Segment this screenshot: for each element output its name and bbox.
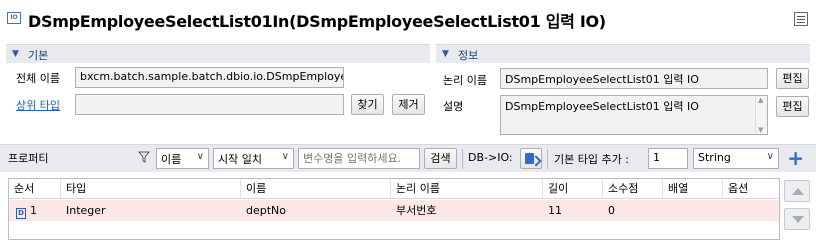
fullname-label: 전체 이름	[16, 72, 60, 85]
logical-name-label: 논리 이름	[443, 74, 487, 87]
filter-icon	[138, 151, 150, 163]
properties-toolbar: 프로퍼티 이름 ∨ 시작 일치 ∨ 검색 DB->IO: 기본 타입 추가 : …	[0, 144, 816, 172]
column-header[interactable]: 배열	[663, 179, 723, 199]
properties-table: 순서 타입 이름 논리 이름 길이 소수점 배열 옵션 D1 Integer d…	[8, 178, 780, 240]
default-type-value: String	[698, 151, 731, 164]
name-cell[interactable]: deptNo	[241, 200, 391, 221]
type-cell[interactable]: Integer	[61, 200, 241, 221]
description-label: 설명	[443, 100, 464, 113]
editor-title: DSmpEmployeeSelectList01In(DSmpEmployeeS…	[28, 12, 606, 31]
basic-section-header[interactable]: ▼ 기본	[6, 44, 430, 63]
logical-name-cell[interactable]: 부서번호	[391, 200, 543, 221]
order-value: 1	[30, 204, 37, 217]
data-field-icon: D	[16, 208, 26, 219]
find-button[interactable]: 찾기	[351, 94, 384, 115]
search-button[interactable]: 검색	[424, 148, 457, 169]
column-header[interactable]: 순서	[9, 179, 61, 199]
arrow-down-icon	[792, 216, 804, 223]
outline-menu-icon[interactable]	[794, 12, 808, 26]
fullname-field[interactable]: bxcm.batch.sample.batch.dbio.io.DSmpEmpl…	[75, 67, 344, 88]
remove-button[interactable]: 제거	[392, 94, 425, 115]
toolbar-divider	[547, 149, 548, 169]
arrow-up-icon	[792, 188, 804, 195]
io-type-icon: IO	[7, 12, 21, 24]
parent-type-field[interactable]	[75, 94, 344, 115]
column-header[interactable]: 이름	[241, 179, 391, 199]
chevron-down-icon: ∨	[196, 151, 204, 162]
toolbar-divider	[462, 149, 463, 169]
db-to-io-icon[interactable]	[520, 148, 542, 169]
column-header[interactable]: 논리 이름	[391, 179, 543, 199]
info-section-label: 정보	[458, 49, 479, 62]
description-field[interactable]: DSmpEmployeeSelectList01 입력 IO	[500, 95, 768, 135]
match-mode-select[interactable]: 시작 일치 ∨	[213, 148, 294, 169]
order-cell: D1	[11, 200, 61, 221]
default-type-count-field[interactable]: 1	[648, 148, 688, 169]
logical-name-edit-button[interactable]: 편집	[776, 68, 809, 89]
move-down-button[interactable]	[784, 208, 810, 230]
parent-type-link[interactable]: 상위 타입	[16, 97, 60, 113]
info-section-header[interactable]: ▼ 정보	[436, 44, 810, 63]
column-header[interactable]: 길이	[543, 179, 603, 199]
chevron-down-icon: ∨	[281, 151, 289, 162]
db-io-label: DB->IO:	[468, 151, 513, 164]
length-cell[interactable]: 11	[543, 200, 603, 221]
description-edit-button[interactable]: 편집	[776, 96, 809, 117]
properties-label: 프로퍼티	[8, 152, 49, 165]
description-text: DSmpEmployeeSelectList01 입력 IO	[505, 100, 699, 113]
table-header: 순서 타입 이름 논리 이름 길이 소수점 배열 옵션	[9, 179, 779, 199]
option-cell[interactable]	[723, 200, 779, 221]
collapse-arrow-icon[interactable]: ▼	[442, 49, 449, 59]
filter-field-value: 이름	[161, 153, 182, 166]
collapse-arrow-icon[interactable]: ▼	[12, 49, 19, 59]
filter-field-select[interactable]: 이름 ∨	[156, 148, 209, 169]
match-mode-value: 시작 일치	[218, 153, 262, 166]
column-header[interactable]: 소수점	[603, 179, 663, 199]
search-input[interactable]	[298, 148, 420, 169]
array-cell[interactable]	[663, 200, 723, 221]
default-type-add-label: 기본 타입 추가 :	[554, 153, 629, 166]
add-property-icon[interactable]: +	[787, 148, 804, 168]
chevron-down-icon: ∨	[766, 151, 774, 162]
basic-section-label: 기본	[28, 49, 49, 62]
move-up-button[interactable]	[784, 180, 810, 202]
decimal-cell[interactable]: 0	[603, 200, 663, 221]
editor-title-bar: IO DSmpEmployeeSelectList01In(DSmpEmploy…	[0, 0, 816, 38]
table-row[interactable]: D1 Integer deptNo 부서번호 11 0	[9, 200, 779, 221]
column-header[interactable]: 타입	[61, 179, 241, 199]
logical-name-field[interactable]: DSmpEmployeeSelectList01 입력 IO	[500, 68, 768, 89]
column-header[interactable]: 옵션	[723, 179, 779, 199]
description-scrollbar[interactable]	[755, 96, 767, 134]
default-type-select[interactable]: String ∨	[693, 148, 779, 169]
